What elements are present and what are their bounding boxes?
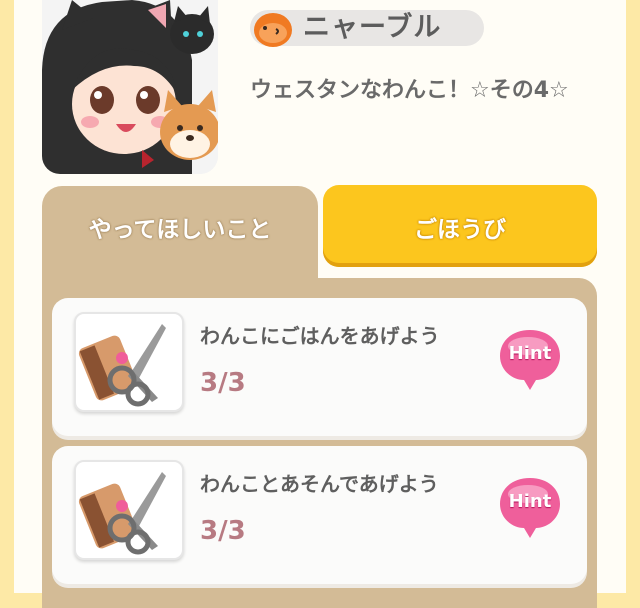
task-label: わんことあそんであげよう bbox=[200, 472, 439, 496]
task-card: わんこにごはんをあげよう 3/3 Hint bbox=[52, 298, 587, 436]
tab-reward[interactable]: ごほうび bbox=[323, 185, 597, 267]
tab-reward-label: ごほうび bbox=[414, 217, 506, 243]
task-label: わんこにごはんをあげよう bbox=[200, 324, 440, 348]
task-card: わんことあそんであげよう 3/3 Hint bbox=[52, 446, 587, 584]
hint-button[interactable]: Hint bbox=[498, 328, 562, 392]
task-progress: 3/3 bbox=[200, 368, 246, 398]
npc-name: ニャーブル bbox=[303, 12, 442, 43]
hint-label: Hint bbox=[508, 491, 552, 512]
quest-title: ウェスタンなわんこ！☆その4☆ bbox=[250, 78, 569, 103]
orange-blob-icon bbox=[252, 7, 294, 49]
hint-button[interactable]: Hint bbox=[498, 476, 562, 540]
hint-label: Hint bbox=[508, 343, 552, 364]
tab-requests-label: やってほしいこと bbox=[88, 217, 272, 243]
brush-and-scissors-icon bbox=[74, 460, 184, 560]
npc-avatar bbox=[42, 0, 218, 174]
task-progress: 3/3 bbox=[200, 516, 246, 546]
brush-and-scissors-icon bbox=[74, 312, 184, 412]
tab-requests[interactable]: やってほしいこと bbox=[42, 186, 318, 286]
